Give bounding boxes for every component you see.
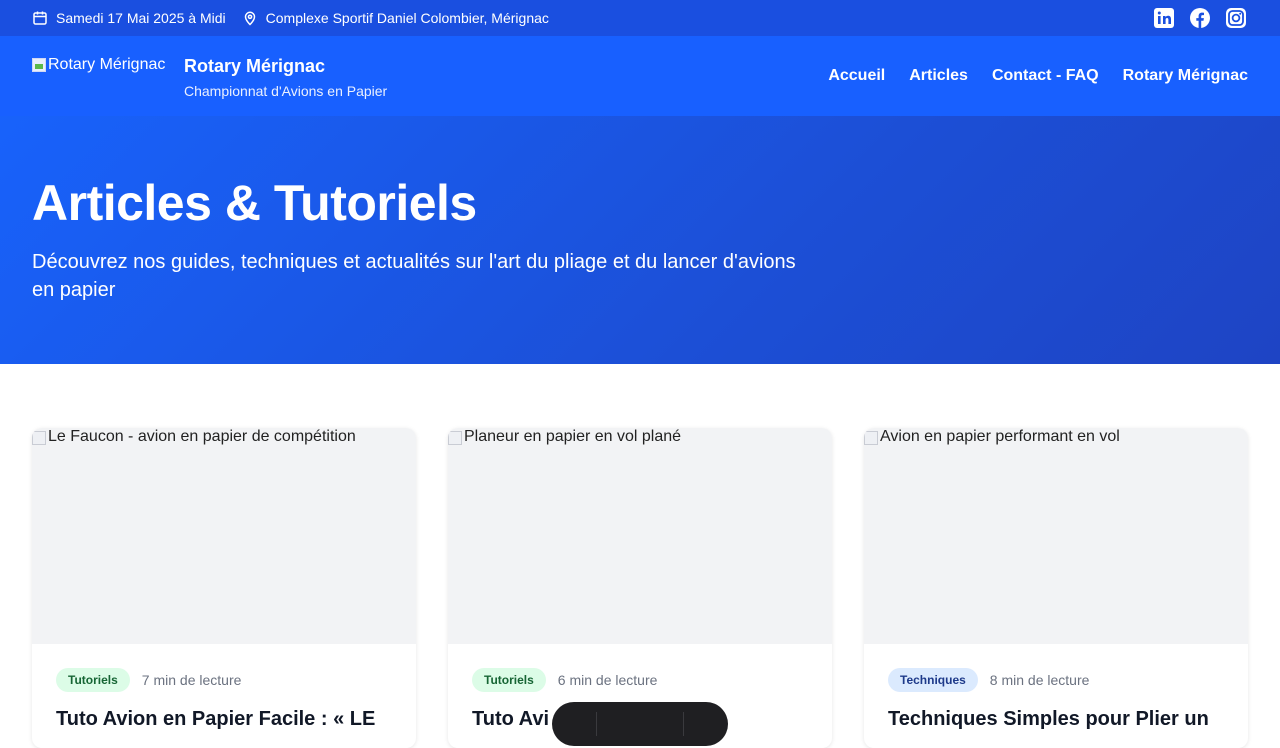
top-info-bar: Samedi 17 Mai 2025 à Midi Complexe Sport… bbox=[0, 0, 1280, 36]
brand-subtitle: Championnat d'Avions en Papier bbox=[184, 82, 388, 99]
floating-toolbar[interactable] bbox=[552, 702, 728, 746]
article-image-alt: Avion en papier performant en vol bbox=[880, 428, 1120, 445]
page-subtitle: Découvrez nos guides, techniques et actu… bbox=[32, 251, 796, 301]
brand-title[interactable]: Rotary Mérignac bbox=[184, 56, 387, 77]
broken-image-icon bbox=[32, 431, 46, 445]
instagram-icon[interactable] bbox=[1224, 6, 1248, 30]
linkedin-icon[interactable] bbox=[1152, 6, 1176, 30]
article-grid: Le Faucon - avion en papier de compétiti… bbox=[32, 428, 1248, 748]
site-logo[interactable]: Rotary Mérignac bbox=[32, 52, 184, 100]
broken-image-icon bbox=[32, 58, 46, 72]
site-header: Rotary Mérignac Rotary Mérignac Champion… bbox=[0, 36, 1280, 116]
category-badge[interactable]: Tutoriels bbox=[56, 668, 130, 692]
logo-alt-text: Rotary Mérignac bbox=[48, 56, 166, 73]
broken-image-icon bbox=[448, 431, 462, 445]
read-time: 7 min de lecture bbox=[141, 672, 242, 688]
article-image[interactable]: Avion en papier performant en vol bbox=[864, 428, 1248, 644]
read-time: 6 min de lecture bbox=[557, 672, 658, 688]
article-card[interactable]: Le Faucon - avion en papier de compétiti… bbox=[32, 428, 416, 748]
article-card[interactable]: Planeur en papier en vol plané Tutoriels… bbox=[448, 428, 832, 748]
toolbar-divider bbox=[596, 712, 597, 736]
main-nav: Accueil Articles Contact - FAQ Rotary Mé… bbox=[828, 67, 1248, 85]
nav-item-accueil[interactable]: Accueil bbox=[828, 67, 885, 85]
category-badge[interactable]: Techniques bbox=[888, 668, 978, 692]
event-date-text: Samedi 17 Mai 2025 à Midi bbox=[56, 10, 226, 26]
event-location-text: Complexe Sportif Daniel Colombier, Mérig… bbox=[265, 10, 549, 26]
calendar-icon bbox=[33, 11, 47, 25]
hero-section: Articles & Tutoriels Découvrez nos guide… bbox=[0, 116, 1280, 364]
social-links bbox=[1152, 6, 1248, 30]
nav-item-contact-faq[interactable]: Contact - FAQ bbox=[992, 67, 1099, 85]
brand: Rotary Mérignac Championnat d'Avions en … bbox=[184, 56, 387, 99]
page-title: Articles & Tutoriels bbox=[32, 175, 477, 231]
event-date: Samedi 17 Mai 2025 à Midi bbox=[32, 10, 226, 26]
article-card[interactable]: Avion en papier performant en vol Techni… bbox=[864, 428, 1248, 748]
event-location: Complexe Sportif Daniel Colombier, Mérig… bbox=[242, 10, 549, 26]
read-time: 8 min de lecture bbox=[989, 672, 1090, 688]
broken-image-icon bbox=[864, 431, 878, 445]
nav-item-rotary-merignac[interactable]: Rotary Mérignac bbox=[1123, 67, 1248, 85]
category-badge[interactable]: Tutoriels bbox=[472, 668, 546, 692]
toolbar-divider bbox=[683, 712, 684, 736]
nav-item-articles[interactable]: Articles bbox=[909, 67, 968, 85]
article-image[interactable]: Planeur en papier en vol plané bbox=[448, 428, 832, 644]
article-image-alt: Le Faucon - avion en papier de compétiti… bbox=[48, 428, 356, 445]
location-pin-icon bbox=[244, 11, 255, 26]
facebook-icon[interactable] bbox=[1188, 6, 1212, 30]
article-image-alt: Planeur en papier en vol plané bbox=[464, 428, 682, 445]
article-image[interactable]: Le Faucon - avion en papier de compétiti… bbox=[32, 428, 416, 644]
